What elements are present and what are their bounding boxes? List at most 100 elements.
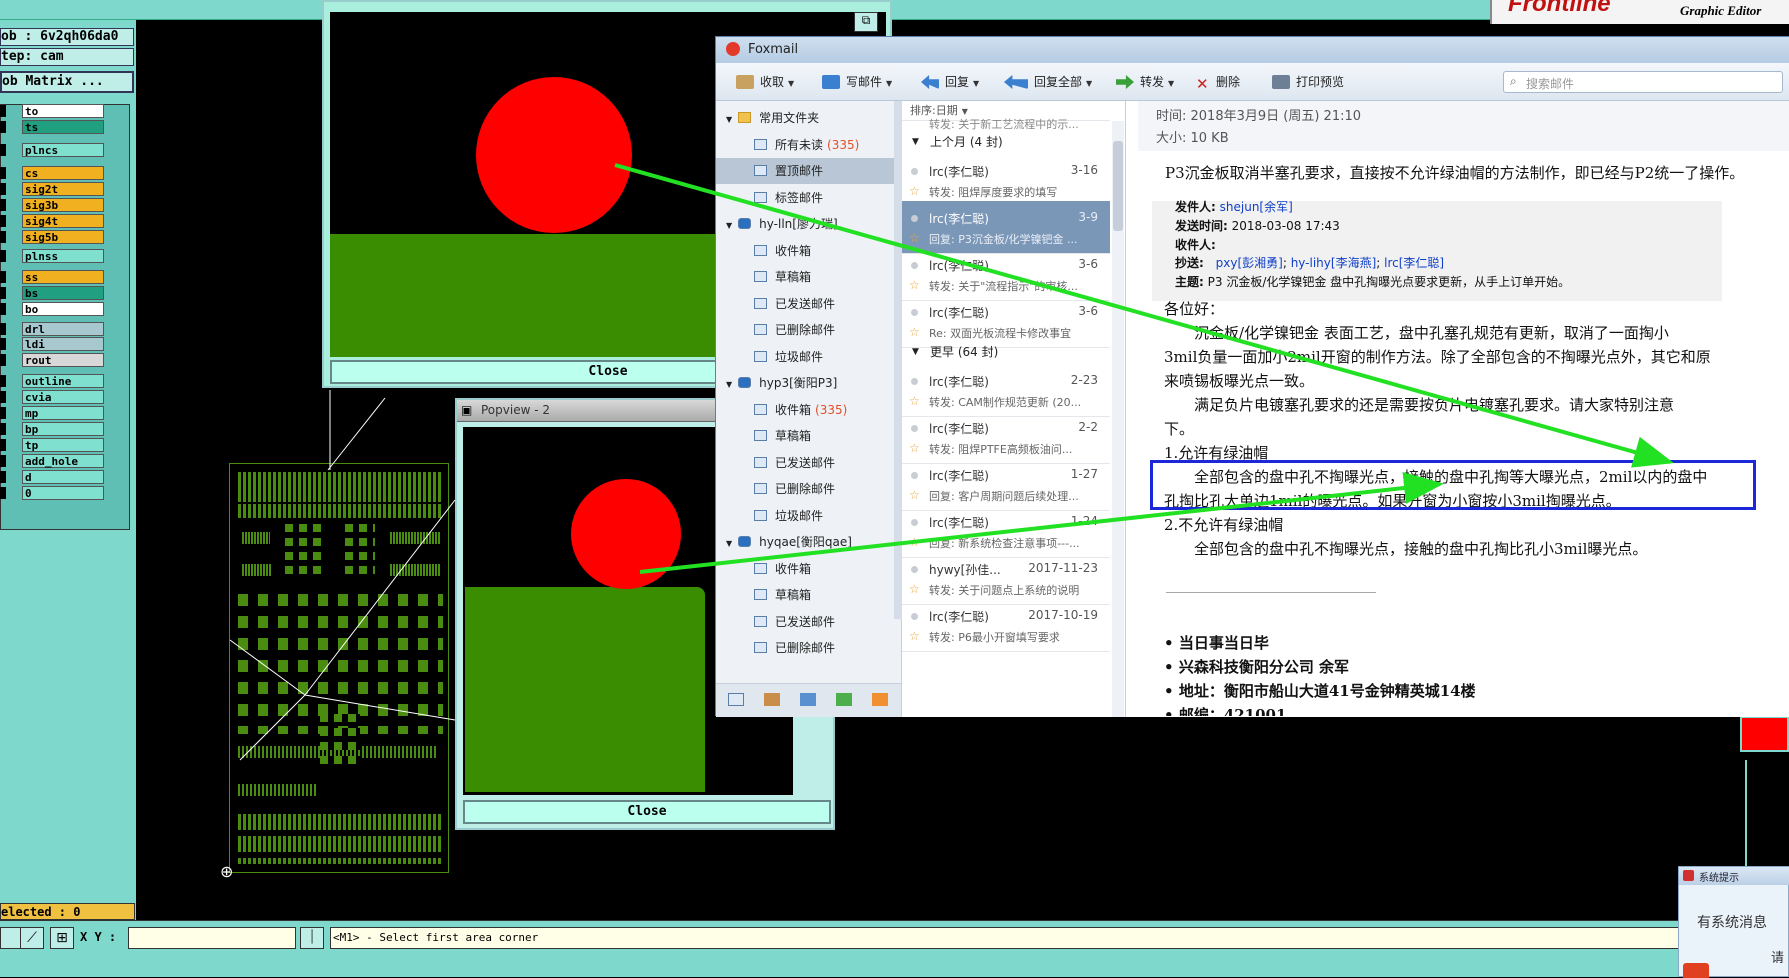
forward-button[interactable]: 转发 ▼ [1116,63,1174,101]
star-icon[interactable]: ☆ [909,441,920,455]
layer-checkbox[interactable] [0,338,6,350]
layer-row[interactable]: mp [0,406,118,420]
message-item[interactable]: lrc(李仁聪) 2-23 ☆ 转发: CAM制作规范更新 (20... [902,364,1110,417]
collapse-icon[interactable]: ▼ [726,380,732,389]
message-scrollbar-thumb[interactable] [1113,141,1123,231]
layer-checkbox[interactable] [0,354,6,366]
folder-account[interactable]: ▼ hyqae[衡阳qae] [716,529,901,555]
message-group-header[interactable]: ▼ 上个月 (4 封) [902,131,1110,153]
collapse-icon[interactable]: ▼ [726,115,732,124]
layer-checkbox[interactable] [0,391,6,403]
collapse-icon[interactable]: ▼ [726,539,732,548]
layer-checkbox[interactable] [0,144,6,156]
unread-dot-icon[interactable] [911,613,918,620]
folder-item[interactable]: 草稿箱 [716,264,901,290]
layer-row[interactable]: sig4t [0,214,118,228]
delete-button[interactable]: ✕ 删除 [1196,63,1240,101]
layer-row[interactable]: drl [0,322,118,336]
layer-row[interactable]: plncs [0,143,118,157]
layer-row[interactable]: 0 [0,486,118,500]
star-icon[interactable]: ☆ [909,582,920,596]
layer-checkbox[interactable] [0,287,6,299]
layer-row[interactable]: sig3b [0,198,118,212]
message-item[interactable]: lrc(李仁聪) 3-6 ☆ 转发: 关于"流程指示"的审核... [902,248,1110,301]
folder-item[interactable]: 已发送邮件 [716,291,901,317]
message-top-cut[interactable]: 转发: 关于新工艺流程中的示... [929,116,1109,132]
message-item[interactable]: lrc(李仁聪) 1-27 ☆ 回复: 客户周期问题后续处理... [902,458,1110,511]
unread-dot-icon[interactable] [911,168,918,175]
message-item[interactable]: hywy[孙佳... 2017-11-23 ☆ 转发: 关于问题点上系统的说明 [902,552,1110,605]
folder-item[interactable]: 收件箱 (335) [716,397,901,423]
reply-all-button[interactable]: 回复全部 ▼ [1004,63,1092,101]
receive-button[interactable]: 收取 ▼ [736,63,794,101]
star-icon[interactable]: ☆ [909,394,920,408]
job-matrix-button[interactable]: ob Matrix ... [0,71,134,93]
reply-button[interactable]: 回复 ▼ [921,63,979,101]
layer-row[interactable]: to [0,104,118,118]
notes-icon[interactable] [836,693,852,706]
layer-checkbox[interactable] [0,167,6,179]
layer-checkbox[interactable] [0,215,6,227]
folder-item[interactable]: 已删除邮件 [716,476,901,502]
folder-item[interactable]: 草稿箱 [716,582,901,608]
layer-row[interactable]: outline [0,374,118,388]
message-item[interactable]: lrc(李仁聪) 2-2 ☆ 转发: 阻焊PTFE高频板油问... [902,411,1110,464]
layer-row[interactable]: sig2t [0,182,118,196]
folder-item[interactable]: 草稿箱 [716,423,901,449]
layer-row[interactable]: sig5b [0,230,118,244]
folder-scrollbar[interactable] [894,101,902,619]
layer-checkbox[interactable] [0,183,6,195]
message-item[interactable]: lrc(李仁聪) 3-16 ☆ 转发: 阻焊厚度要求的填写 [902,154,1110,207]
star-icon[interactable]: ☆ [909,535,920,549]
layer-row[interactable]: add_hole [0,454,118,468]
layer-checkbox[interactable] [0,375,6,387]
message-item[interactable]: lrc(李仁聪) 2017-10-19 ☆ 转发: P6最小开窗填写要求 [902,599,1110,652]
snap-tool-icon[interactable]: ⏐ [300,927,324,949]
notification-titlebar[interactable]: 系统提示 [1679,867,1789,885]
layer-row[interactable]: bs [0,286,118,300]
layer-checkbox[interactable] [0,323,6,335]
folder-item[interactable]: 垃圾邮件 [716,344,901,370]
grid-tool-icon[interactable]: ⊞ [50,927,74,949]
layer-row[interactable]: ts [0,120,118,134]
folder-item[interactable]: 已删除邮件 [716,317,901,343]
folder-item[interactable]: 置顶邮件 [716,158,901,184]
unread-dot-icon[interactable] [911,425,918,432]
star-icon[interactable]: ☆ [909,325,920,339]
folder-account[interactable]: ▼ hyp3[衡阳P3] [716,370,901,396]
folder-item[interactable]: 所有未读 (335) [716,132,901,158]
layer-checkbox[interactable] [0,439,6,451]
unread-dot-icon[interactable] [911,566,918,573]
notification-text[interactable]: 有系统消息 [1697,912,1767,932]
folder-item[interactable]: 收件箱 [716,556,901,582]
layer-checkbox[interactable] [0,105,6,117]
unread-dot-icon[interactable] [911,472,918,479]
folder-account[interactable]: ▼ 常用文件夹 [716,105,901,131]
star-icon[interactable]: ☆ [909,278,920,292]
collapse-icon[interactable]: ▼ [912,341,919,363]
star-icon[interactable]: ☆ [909,488,920,502]
print-preview-button[interactable]: 打印预览 [1272,63,1344,101]
unread-dot-icon[interactable] [911,378,918,385]
layer-row[interactable]: ldi [0,337,118,351]
rss-icon[interactable] [872,693,888,706]
unread-dot-icon[interactable] [911,215,918,222]
xy-input[interactable] [128,927,296,949]
message-scrollbar[interactable] [1112,121,1124,717]
unread-dot-icon[interactable] [911,519,918,526]
layer-row[interactable]: cvia [0,390,118,404]
unread-dot-icon[interactable] [911,309,918,316]
collapse-icon[interactable]: ▼ [726,221,732,230]
cc-link[interactable]: hy-lihy[李海燕] [1291,256,1377,270]
layer-checkbox[interactable] [0,121,6,133]
layer-checkbox[interactable] [0,231,6,243]
cc-link[interactable]: lrc[李仁聪] [1384,256,1444,270]
layer-row[interactable]: plnss [0,249,118,263]
zoom-tool-icon[interactable] [0,927,22,949]
contacts-icon[interactable] [764,693,780,706]
layer-checkbox[interactable] [0,471,6,483]
folder-item[interactable]: 垃圾邮件 [716,503,901,529]
calendar-icon[interactable] [800,693,816,706]
measure-tool-icon[interactable]: ⟋ [20,927,44,949]
layer-checkbox[interactable] [0,487,6,499]
